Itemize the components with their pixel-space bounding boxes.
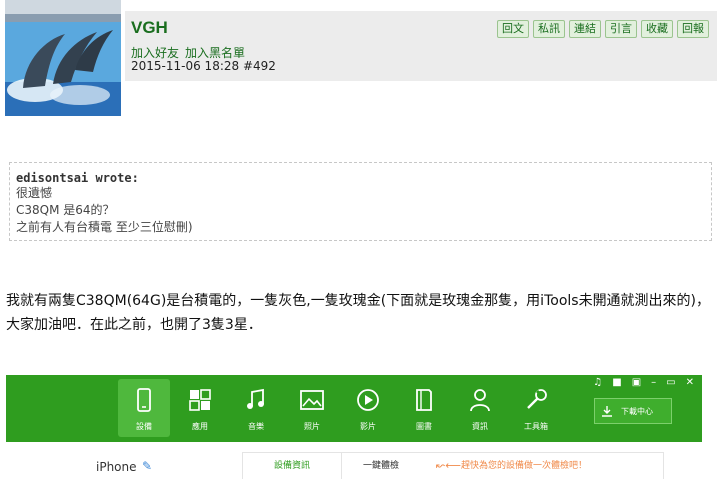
dolphin-photo <box>5 0 121 116</box>
reply-button[interactable]: 回文 <box>497 20 529 38</box>
itools-screenshot: 設備 應用 音樂 照片 影片 圖書 資訊 工具箱 ♫ ■ ▣ – ▭ ✕ 下載中… <box>6 375 702 479</box>
tab-photos[interactable]: 照片 <box>286 379 338 437</box>
tab-label: 照片 <box>304 422 320 431</box>
tab-apps[interactable]: 應用 <box>174 379 226 437</box>
music-icon <box>247 388 264 409</box>
settings-icon[interactable]: ▣ <box>632 377 641 388</box>
phone-icon <box>137 388 151 412</box>
link-button[interactable]: 連結 <box>569 20 601 38</box>
tab-label: 圖書 <box>416 422 432 431</box>
tab-label: 設備 <box>136 422 152 431</box>
tab-device-info[interactable]: 設備資訊 <box>243 453 342 479</box>
maximize-icon[interactable]: ▭ <box>666 377 675 388</box>
avatar[interactable] <box>5 0 121 116</box>
quote-button[interactable]: 引言 <box>605 20 637 38</box>
message-button[interactable]: 私訊 <box>533 20 565 38</box>
apps-icon <box>189 389 211 411</box>
download-icon <box>602 406 612 417</box>
download-center-button[interactable]: 下載中心 <box>594 398 672 424</box>
photo-icon <box>300 390 324 410</box>
post-body: 我就有兩隻C38QM(64G)是台積電的，一隻灰色,一隻玫瑰金(下面就是玫瑰金那… <box>6 293 711 333</box>
quote-author: edisontsai wrote: <box>16 171 139 185</box>
tab-label: 音樂 <box>248 422 264 431</box>
book-icon <box>416 389 432 411</box>
quote-line: C38QM 是64的？ <box>16 203 115 217</box>
quote-line: 很遺憾 <box>16 186 53 200</box>
device-name: iPhone <box>96 460 137 474</box>
tab-one-click-check[interactable]: 一鍵體檢 <box>363 453 399 479</box>
quote-block: edisontsai wrote: 很遺憾 C38QM 是64的？ 之前有人有台… <box>9 162 712 241</box>
report-button[interactable]: 回報 <box>677 20 709 38</box>
tools-icon <box>527 389 547 409</box>
tab-label: 資訊 <box>472 422 488 431</box>
edit-icon[interactable]: ✎ <box>142 459 152 473</box>
post-meta: 2015-11-06 18:28 #492 <box>131 59 276 73</box>
tab-device[interactable]: 設備 <box>118 379 170 437</box>
message-icon[interactable]: ■ <box>612 377 621 388</box>
download-center-label: 下載中心 <box>621 406 653 416</box>
post-number[interactable]: #492 <box>243 59 276 73</box>
device-info-panel: 設備資訊 一鍵體檢 ↜⟵ 趕快為您的設備做一次體檢吧！ <box>242 452 664 479</box>
tab-toolbox[interactable]: 工具箱 <box>510 379 562 437</box>
arrow-icon: ↜⟵ <box>436 459 461 472</box>
username[interactable]: VGH <box>131 18 168 38</box>
add-blacklist-link[interactable]: 加入黑名單 <box>185 46 245 60</box>
music-icon[interactable]: ♫ <box>593 377 602 388</box>
favorite-button[interactable]: 收藏 <box>641 20 673 38</box>
tab-music[interactable]: 音樂 <box>230 379 282 437</box>
tab-label: 工具箱 <box>524 422 548 431</box>
tab-label: 應用 <box>192 422 208 431</box>
tab-info[interactable]: 資訊 <box>454 379 506 437</box>
add-friend-link[interactable]: 加入好友 <box>131 46 179 60</box>
window-controls: ♫ ■ ▣ – ▭ ✕ <box>593 377 694 388</box>
tab-books[interactable]: 圖書 <box>398 379 450 437</box>
video-icon <box>357 389 379 411</box>
post-header: VGH 加入好友 加入黑名單 2015-11-06 18:28 #492 回文 私… <box>125 11 717 81</box>
minimize-icon[interactable]: – <box>651 377 656 388</box>
close-icon[interactable]: ✕ <box>686 377 694 388</box>
tab-video[interactable]: 影片 <box>342 379 394 437</box>
itools-toolbar: 設備 應用 音樂 照片 影片 圖書 資訊 工具箱 ♫ ■ ▣ – ▭ ✕ 下載中… <box>6 375 702 442</box>
check-prompt: 趕快為您的設備做一次體檢吧！ <box>461 461 588 471</box>
quote-line: 之前有人有台積電 至少三位慰刪) <box>16 220 193 234</box>
tab-label: 影片 <box>360 422 376 431</box>
post-datetime: 2015-11-06 18:28 <box>131 59 240 73</box>
person-icon <box>470 389 490 412</box>
itools-content: iPhone ✎ 設備資訊 一鍵體檢 ↜⟵ 趕快為您的設備做一次體檢吧！ <box>6 442 702 479</box>
post-actions: 回文 私訊 連結 引言 收藏 回報 <box>497 20 709 38</box>
